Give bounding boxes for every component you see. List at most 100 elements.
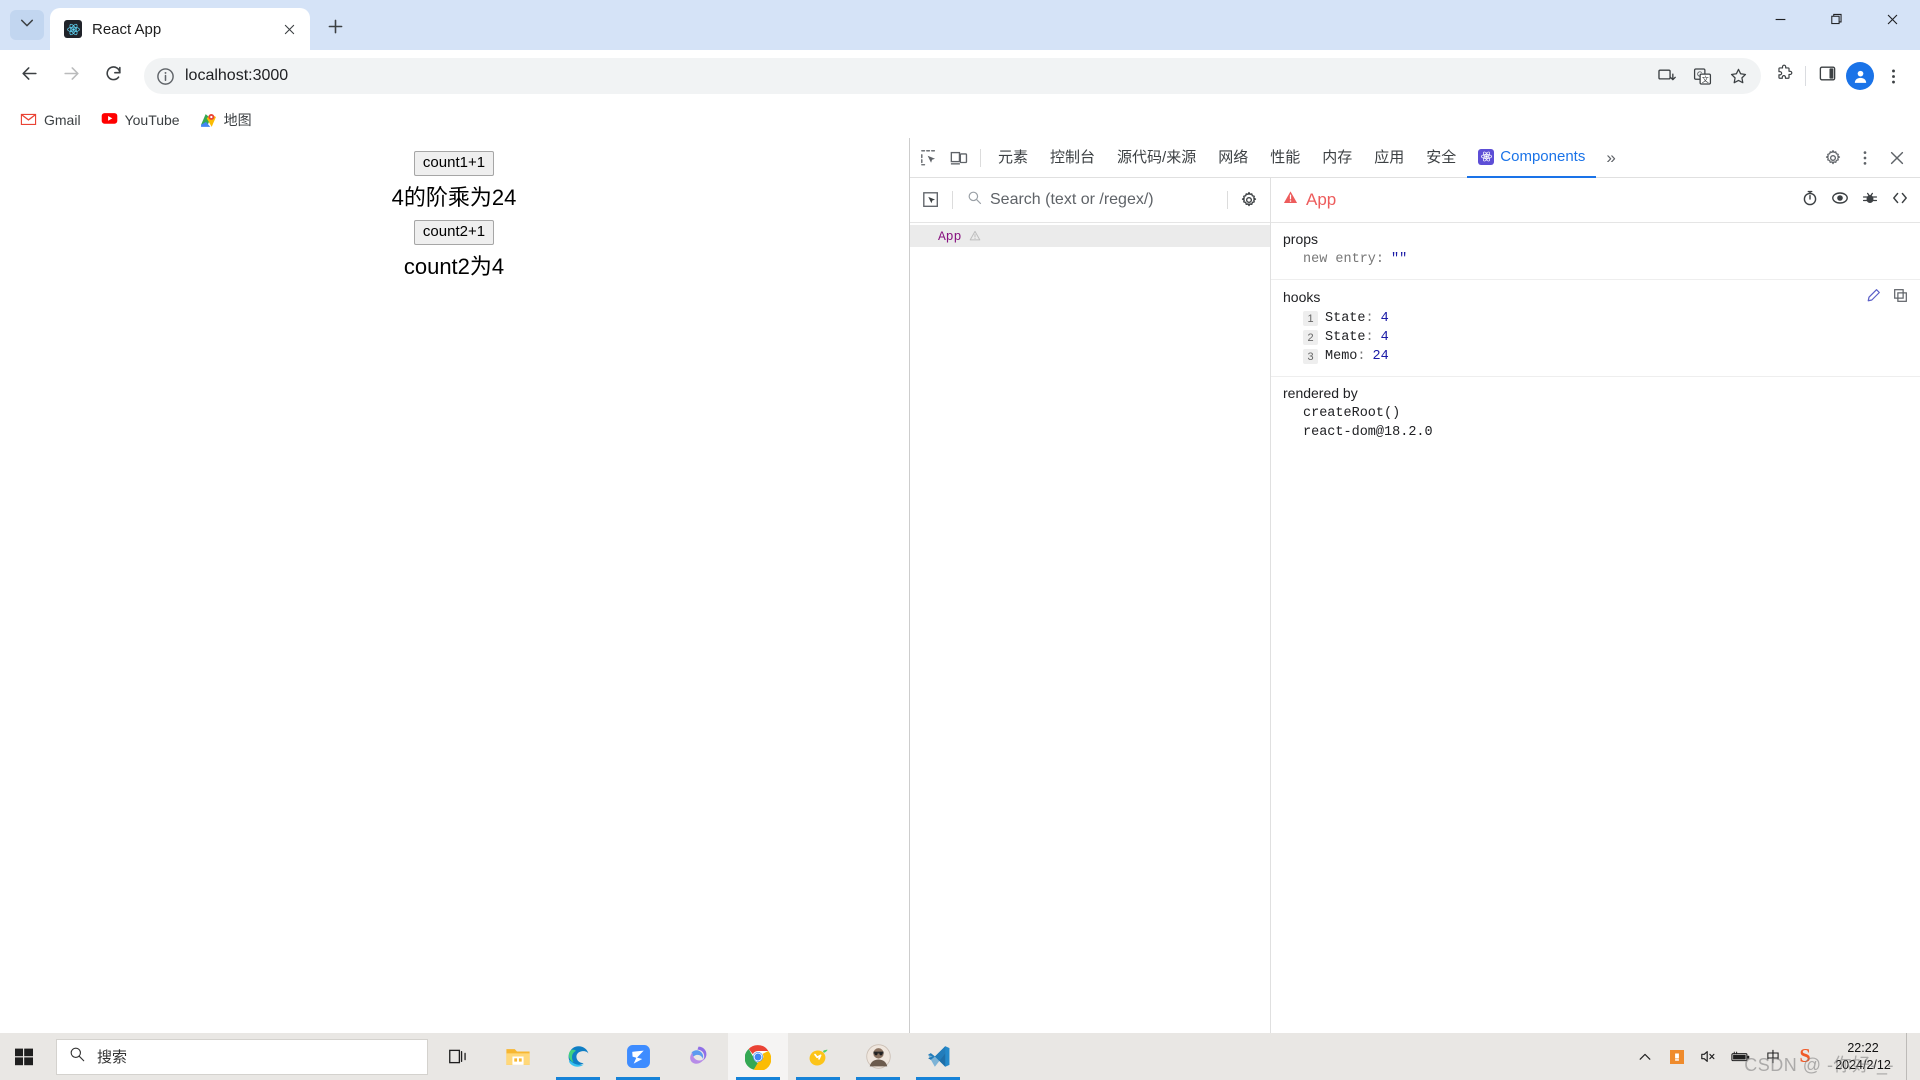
file-explorer-icon[interactable] — [488, 1033, 548, 1080]
chrome-menu-icon[interactable] — [1878, 61, 1908, 91]
prop-row[interactable]: new entry : "" — [1283, 250, 1908, 269]
side-panel-button[interactable] — [1812, 61, 1842, 91]
microsoft-edge-icon[interactable] — [548, 1033, 608, 1080]
reload-button[interactable] — [96, 59, 130, 93]
tab-network[interactable]: 网络 — [1207, 138, 1259, 178]
bookmark-gmail[interactable]: Gmail — [12, 108, 89, 133]
search-icon — [967, 190, 982, 210]
rendered-by-line[interactable]: react-dom@18.2.0 — [1283, 423, 1908, 442]
install-app-icon[interactable] — [1651, 61, 1681, 91]
tab-memory[interactable]: 内存 — [1311, 138, 1363, 178]
component-search-placeholder: Search (text or /regex/) — [990, 191, 1154, 208]
ime-chinese-icon[interactable]: 中 — [1758, 1033, 1788, 1080]
system-tray: 中 S 22:22 2024/2/12 — [1630, 1033, 1920, 1080]
address-bar[interactable]: localhost:3000 G文 — [144, 58, 1761, 94]
debug-icon[interactable] — [1862, 190, 1878, 211]
tab-components[interactable]: Components — [1467, 138, 1597, 178]
microsoft-365-icon[interactable] — [668, 1033, 728, 1080]
back-button[interactable] — [12, 59, 46, 93]
search-divider — [952, 191, 953, 209]
tab-console[interactable]: 控制台 — [1039, 138, 1106, 178]
profile-avatar-icon[interactable] — [1846, 62, 1874, 90]
hook-key: State — [1325, 330, 1366, 345]
tab-search-button[interactable] — [10, 10, 44, 40]
bookmark-maps[interactable]: 地图 — [192, 106, 260, 134]
lemon-app-icon[interactable] — [788, 1033, 848, 1080]
prop-key: new entry — [1303, 252, 1376, 267]
extensions-icon — [1775, 64, 1794, 88]
extensions-button[interactable] — [1769, 61, 1799, 91]
orange-notification-icon[interactable] — [1662, 1033, 1692, 1080]
count2-increment-button[interactable]: count2+1 — [413, 219, 495, 245]
forward-button[interactable] — [54, 59, 88, 93]
inspect-element-icon[interactable] — [914, 143, 944, 173]
taskbar-clock[interactable]: 22:22 2024/2/12 — [1822, 1040, 1904, 1074]
sogou-input-icon[interactable]: S — [1790, 1033, 1820, 1080]
tab-security[interactable]: 安全 — [1415, 138, 1467, 178]
taskbar-search-input[interactable]: 搜索 — [56, 1038, 428, 1075]
page-info-icon[interactable] — [156, 67, 175, 86]
back-arrow-icon — [20, 64, 39, 88]
factorial-text: 4的阶乘为24 — [391, 184, 517, 210]
show-hidden-icons-icon[interactable] — [1630, 1033, 1660, 1080]
tab-application[interactable]: 应用 — [1363, 138, 1415, 178]
bookmark-youtube[interactable]: YouTube — [93, 108, 188, 133]
hook-row[interactable]: 1 State : 4 — [1283, 309, 1908, 328]
new-tab-button[interactable] — [318, 12, 352, 46]
volume-muted-icon[interactable] — [1694, 1033, 1724, 1080]
tab-elements[interactable]: 元素 — [987, 138, 1039, 178]
rendered-by-line[interactable]: createRoot() — [1283, 404, 1908, 423]
vs-code-icon[interactable] — [908, 1033, 968, 1080]
tab-sources[interactable]: 源代码/来源 — [1106, 138, 1207, 178]
select-element-icon[interactable] — [916, 185, 946, 215]
bookmark-label: YouTube — [124, 112, 180, 128]
user-avatar-app-icon[interactable] — [848, 1033, 908, 1080]
view-source-icon[interactable] — [1892, 190, 1908, 211]
device-toolbar-icon[interactable] — [944, 143, 974, 173]
hooks-tools — [1866, 288, 1908, 306]
inspect-dom-icon[interactable] — [1832, 190, 1848, 211]
count1-increment-button[interactable]: count1+1 — [413, 151, 495, 176]
bookmark-star-icon[interactable] — [1723, 61, 1753, 91]
minimize-button[interactable] — [1752, 0, 1808, 44]
omnibox-actions: G文 — [1651, 61, 1753, 91]
windows-start-icon[interactable] — [0, 1033, 48, 1080]
tree-node-app[interactable]: App — [910, 225, 1270, 247]
component-detail-body: props new entry : "" hooks 1 State: 4 2… — [1271, 223, 1920, 1033]
rendered-by-title: rendered by — [1283, 385, 1358, 401]
toolbar-divider — [1805, 66, 1806, 86]
hook-key: Memo — [1325, 349, 1358, 364]
show-desktop-button[interactable] — [1906, 1033, 1914, 1080]
component-search-row: Search (text or /regex/) — [910, 178, 1270, 223]
task-view-icon[interactable] — [428, 1033, 488, 1080]
tabbar-divider — [980, 148, 981, 167]
devtools-settings-icon[interactable] — [1818, 143, 1848, 173]
blue-bird-app-icon[interactable] — [608, 1033, 668, 1080]
tab-performance[interactable]: 性能 — [1259, 138, 1311, 178]
edit-hooks-icon[interactable] — [1866, 288, 1881, 306]
window-controls — [1752, 0, 1920, 50]
translate-icon[interactable]: G文 — [1687, 61, 1717, 91]
profiler-icon[interactable] — [1802, 190, 1818, 211]
devtools-close-icon[interactable] — [1882, 143, 1912, 173]
copy-hooks-icon[interactable] — [1893, 288, 1908, 306]
hook-row[interactable]: 3 Memo : 24 — [1283, 347, 1908, 366]
devtools-more-icon[interactable] — [1850, 143, 1880, 173]
rendered-by-section: rendered by createRoot() react-dom@18.2.… — [1271, 377, 1920, 452]
battery-icon[interactable] — [1726, 1033, 1756, 1080]
close-window-button[interactable] — [1864, 0, 1920, 44]
react-icon — [64, 20, 82, 38]
hook-row[interactable]: 2 State : 4 — [1283, 328, 1908, 347]
google-chrome-icon[interactable] — [728, 1033, 788, 1080]
component-search-input[interactable]: Search (text or /regex/) — [959, 190, 1221, 210]
maximize-button[interactable] — [1808, 0, 1864, 44]
component-tree-list: App — [910, 223, 1270, 1033]
hook-value: 4 — [1380, 311, 1389, 326]
react-app-root: count1+1 4的阶乘为24 count2+1 count2为4 — [0, 138, 908, 281]
gear-icon[interactable] — [1234, 185, 1264, 215]
react-components-icon — [1478, 148, 1495, 165]
props-section: props new entry : "" — [1271, 223, 1920, 280]
tabbar-overflow-button[interactable]: » — [1596, 148, 1625, 168]
close-icon[interactable] — [278, 18, 300, 40]
browser-tab[interactable]: React App — [50, 8, 310, 50]
